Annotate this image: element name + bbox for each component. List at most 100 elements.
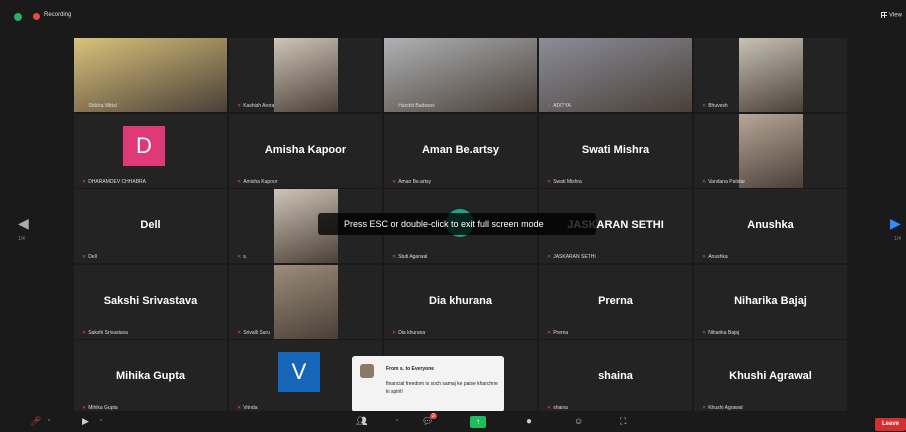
start-video-icon[interactable]: ▶︎	[82, 416, 89, 428]
participant-display-name: Amisha Kapoor	[264, 143, 347, 156]
muted-mic-icon: ✕	[547, 103, 552, 109]
more-options-icon[interactable]: ⛶	[620, 416, 626, 428]
next-page-arrow-icon[interactable]: ▶	[890, 215, 901, 232]
muted-mic-icon: ✕	[82, 254, 87, 260]
muted-mic-icon: ✕	[392, 103, 397, 109]
participant-name-text: Dell	[88, 254, 97, 260]
participant-avatar: D	[123, 125, 165, 166]
participant-name-text: Vandana Patidar	[708, 178, 746, 185]
participant-name-text: Stuti Agarwal	[398, 254, 428, 260]
participant-tile[interactable]: Dia khurana ✕ Dia khurana	[384, 264, 537, 339]
grid-view-icon	[881, 12, 887, 18]
chat-icon[interactable]: 💬︎ 2	[422, 413, 437, 428]
participant-tile[interactable]: ✕ Vandana Patidar	[694, 113, 847, 188]
muted-mic-icon: ✕	[702, 178, 707, 185]
muted-mic-icon: ✕	[237, 329, 242, 336]
participant-tile[interactable]: Prerna ✕ Prerna	[539, 264, 692, 339]
chat-badge: 2	[430, 413, 437, 419]
participant-name-label: ✕ Sakshi Srivastava	[82, 330, 128, 336]
participant-tile[interactable]: ✕ Shikha Mittal	[74, 38, 227, 112]
participant-tile[interactable]: Amisha Kapoor ✕ Amisha Kapoor	[229, 113, 382, 188]
participant-name-label: ✕ JASKARAN SETHI	[547, 254, 596, 260]
participant-name-text: Srivalli Suru	[243, 329, 270, 336]
previous-page-number: 1/4	[18, 236, 25, 242]
muted-mic-icon: ✕	[82, 103, 87, 109]
participant-name-text: Bhuvesh	[708, 103, 728, 109]
participant-tile[interactable]: ✕ Kashish Arora	[229, 38, 382, 112]
view-button[interactable]: View	[881, 12, 902, 19]
participant-name-label: ✕ Swati Mishra	[547, 179, 582, 185]
participant-tile[interactable]: Niharika Bajaj ✕ Niharika Bajaj	[694, 264, 847, 339]
reactions-icon[interactable]: ☺︎	[574, 416, 583, 428]
muted-mic-icon: ✕	[392, 329, 397, 336]
security-shield-icon[interactable]	[14, 13, 22, 21]
participant-tile[interactable]: Khushi Agrawal ✕ Khushi Agrawal	[694, 340, 847, 414]
muted-mic-icon: ✕	[702, 329, 707, 336]
participant-tile[interactable]: ✕ Harshit Badwani	[384, 38, 537, 112]
audio-options-chevron-icon[interactable]: ^	[48, 419, 50, 425]
participant-display-name: Sakshi Srivastava	[103, 294, 198, 307]
participant-video	[74, 38, 227, 112]
participant-display-name: Dia khurana	[429, 294, 492, 307]
participant-tile[interactable]: ✕ Bhuvesh	[694, 38, 847, 112]
participant-name-text: Anushka	[708, 254, 728, 260]
chat-sender-label: From s. to Everyone	[386, 366, 435, 372]
participants-icon[interactable]: 👥︎	[356, 416, 367, 428]
leave-meeting-button[interactable]: Leave	[875, 418, 906, 431]
participant-tile[interactable]: ✕ Srivalli Suru	[229, 264, 382, 339]
participant-display-name: shaina	[598, 370, 633, 382]
muted-mic-icon: ✕	[237, 254, 242, 260]
recording-label: Recording	[44, 12, 72, 18]
share-screen-icon[interactable]: ↑	[470, 416, 486, 428]
participant-tile[interactable]: Sakshi Srivastava ✕ Sakshi Srivastava	[74, 264, 227, 339]
participant-name-label: ✕ Harshit Badwani	[392, 103, 435, 109]
previous-page-arrow-icon[interactable]: ◀	[18, 215, 29, 232]
chat-sender-avatar	[360, 364, 374, 378]
participant-name-text: Swati Mishra	[553, 178, 582, 185]
participant-name-label: ✕ Amisha Kapoor	[237, 179, 277, 185]
participant-name-text: Dia khurana	[398, 329, 426, 336]
participant-name-text: Sakshi Srivastava	[88, 329, 128, 336]
participant-name-text: Harshit Badwani	[398, 103, 435, 109]
participant-display-name: Swati Mishra	[581, 143, 650, 156]
participant-tile[interactable]: Dell ✕ Dell	[74, 189, 227, 263]
participant-tile[interactable]: shaina ✕ shaina	[539, 340, 692, 414]
participant-tile[interactable]: Swati Mishra ✕ Swati Mishra	[539, 113, 692, 188]
chat-notification-popup[interactable]: From s. to Everyone financial freedom is…	[352, 356, 504, 412]
participant-video	[273, 38, 338, 112]
participant-display-name: Khushi Agrawal	[729, 370, 812, 382]
participant-display-name: Anushka	[747, 219, 794, 231]
unmute-mic-icon[interactable]: 🎤︎	[30, 416, 41, 428]
participant-name-text: Kashish Arora	[243, 103, 275, 109]
participants-options-chevron-icon[interactable]: ^	[396, 419, 398, 425]
participant-video	[384, 38, 537, 112]
participant-name-label: ✕ DHARAMDEV CHHABRA	[82, 179, 146, 185]
fullscreen-exit-toast: Press ESC or double-click to exit full s…	[318, 213, 596, 235]
participant-name-label: ✕ Bhuvesh	[702, 103, 728, 109]
participant-name-label: ✕ ADITYA	[547, 103, 571, 109]
participant-tile[interactable]: D ✕ DHARAMDEV CHHABRA	[74, 113, 227, 188]
participant-name-label: ✕ Niharika Bajaj	[702, 330, 739, 336]
participant-name-text: ADITYA	[553, 103, 571, 109]
muted-mic-icon: ✕	[702, 103, 707, 109]
participant-video	[738, 113, 803, 188]
toast-text: Press ESC or double-click to exit full s…	[344, 219, 544, 229]
participant-name-label: ✕ Aman Be.artsy	[392, 179, 431, 185]
video-options-chevron-icon[interactable]: ^	[100, 419, 102, 425]
recording-dot-icon	[33, 13, 40, 20]
muted-mic-icon: ✕	[547, 329, 552, 336]
muted-mic-icon: ✕	[702, 254, 707, 260]
participant-avatar: V	[278, 352, 320, 392]
muted-mic-icon: ✕	[392, 178, 397, 185]
participant-video	[738, 38, 803, 112]
participant-name-label: ✕ Dia khurana	[392, 330, 425, 336]
participant-tile[interactable]: Anushka ✕ Anushka	[694, 189, 847, 263]
participant-display-name: Mihika Gupta	[115, 370, 186, 382]
participant-name-label: ✕ Prerna	[547, 330, 568, 336]
participant-name-label: ✕ Anushka	[702, 254, 728, 260]
participant-tile[interactable]: Mihika Gupta ✕ Mihika Gupta	[74, 340, 227, 414]
participant-tile[interactable]: ✕ ADITYA	[539, 38, 692, 112]
record-icon[interactable]: ●	[526, 416, 532, 428]
participant-tile[interactable]: Aman Be.artsy ✕ Aman Be.artsy	[384, 113, 537, 188]
participant-name-label: ✕ s.	[237, 254, 247, 260]
